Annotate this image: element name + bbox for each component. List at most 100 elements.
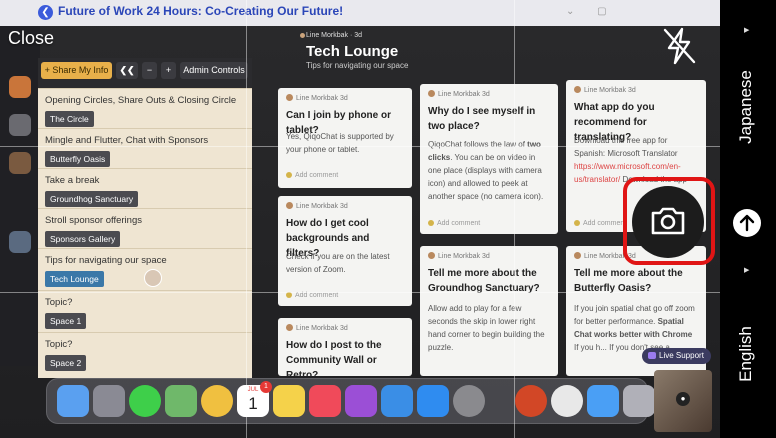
card-author: Line Morkbak 3d [428,252,490,260]
add-comment-link[interactable]: Add comment [574,220,626,227]
event-header: ❮ Future of Work 24 Hours: Co-Creating O… [0,0,720,26]
faq-card[interactable]: Line Morkbak 3d Tell me more about the G… [420,246,558,376]
music-icon[interactable] [309,385,341,417]
live-support-button[interactable]: Live Support [642,348,711,364]
preview-icon[interactable] [623,385,655,417]
swap-languages-button[interactable] [733,209,761,237]
room-button-space-2[interactable]: Space 2 [45,355,87,371]
back-arrow-icon[interactable]: ❮ [38,5,53,20]
notes-icon[interactable] [273,385,305,417]
settings-icon[interactable] [453,385,485,417]
shutter-button[interactable] [632,186,704,258]
keynote-icon[interactable] [381,385,413,417]
faq-card[interactable]: Line Morkbak 3d Why do I see myself in t… [420,84,558,234]
camera-icon [651,207,685,235]
room-button-sponsors-gallery[interactable]: Sponsors Gallery [45,231,121,247]
share-my-info-button[interactable]: + Share My Info [41,62,112,79]
card-question: How do I post to the Community Wall or R… [286,340,382,376]
source-language-arrow-icon: ▶ [744,27,750,34]
self-video-thumbnail[interactable]: ● [654,370,712,432]
room-group: Take a break Groundhog Sanctuary [38,168,252,208]
room-group: Opening Circles, Share Outs & Closing Ci… [38,88,252,128]
room-group: Mingle and Flutter, Chat with Sponsors B… [38,128,252,168]
room-group: Topic? Space 1 [38,290,252,332]
camera-grid-line [0,292,720,293]
podcasts-icon[interactable] [345,385,377,417]
powerpoint-icon[interactable] [515,385,547,417]
header-icons: ⌄ ▢ [566,6,617,17]
camera-grid-line [0,146,720,147]
source-language-button[interactable]: Japanese [736,52,756,162]
desktop-file-icon[interactable] [9,114,31,136]
room-group-title: Topic? [45,339,73,350]
room-button-space-1[interactable]: Space 1 [45,313,87,329]
room-sidebar: + Share My Info ❮❮ − + Admin Controls Op… [38,58,252,378]
avatar [144,269,162,287]
macos-dock: JUL 1 1 [46,378,655,424]
room-group-title: Mingle and Flutter, Chat with Sponsors [45,135,209,146]
desktop-screenshot-icon[interactable] [9,231,31,253]
board-subtitle: Tips for navigating our space [306,61,409,70]
add-comment-link[interactable]: Add comment [286,292,338,299]
target-language-button[interactable]: English [736,299,756,409]
faq-card[interactable]: Line Morkbak 3d How do I post to the Com… [278,318,412,376]
room-group-title: Take a break [45,175,100,186]
flash-off-icon[interactable] [660,26,698,66]
arrow-up-icon [739,214,755,232]
card-author: Line Morkbak 3d [286,202,348,210]
zoom-in-button[interactable]: + [161,62,176,79]
maps-icon[interactable] [165,385,197,417]
card-question: Why do I see myself in two place? [428,106,536,132]
room-group: Stroll sponsor offerings Sponsors Galler… [38,208,252,248]
desktop-icons [0,26,40,366]
room-button-groundhog-sanctuary[interactable]: Groundhog Sanctuary [45,191,139,207]
mail-icon[interactable] [587,385,619,417]
add-comment-link[interactable]: Add comment [428,220,480,227]
card-answer: QiqoChat follows the law of two clicks. … [428,140,544,201]
captured-screen: ❮ Future of Work 24 Hours: Co-Creating O… [0,0,720,438]
card-author: Line Morkbak 3d [428,90,490,98]
room-button-butterfly-oasis[interactable]: Butterfly Oasis [45,151,111,167]
room-group-title: Topic? [45,297,73,308]
card-answer: Check if you are on the latest version o… [286,252,390,274]
card-answer: If you join spatial chat go off zoom for… [574,304,695,352]
calendar-badge: 1 [260,381,272,393]
launchpad-icon[interactable] [93,385,125,417]
card-author: Line Morkbak 3d [286,324,348,332]
admin-controls-button[interactable]: Admin Controls [180,62,248,79]
photos-icon[interactable] [201,385,233,417]
sidebar-toolbar: + Share My Info ❮❮ − + Admin Controls [38,58,252,88]
desktop-folder-icon[interactable] [9,76,31,98]
add-comment-link[interactable]: Add comment [286,172,338,179]
room-group-title: Opening Circles, Share Outs & Closing Ci… [45,95,237,106]
faq-card[interactable]: Line Morkbak 3d Can I join by phone or t… [278,88,412,188]
room-group: Tips for navigating our space Tech Loung… [38,248,252,290]
author-avatar [300,33,305,38]
microphone-icon[interactable]: ● [676,392,690,406]
event-title: Future of Work 24 Hours: Co-Creating Our… [58,4,344,18]
room-group-title: Tips for navigating our space [45,255,167,266]
calendar-day: 1 [248,394,258,413]
collapse-sidebar-button[interactable]: ❮❮ [116,62,138,79]
camera-grid-line [514,0,515,438]
app-store-icon[interactable] [417,385,449,417]
room-button-the-circle[interactable]: The Circle [45,111,94,127]
chrome-icon[interactable] [551,385,583,417]
room-button-tech-lounge[interactable]: Tech Lounge [45,271,104,287]
target-language-arrow-icon: ▶ [744,267,750,274]
camera-grid-line [246,0,247,438]
room-group-title: Stroll sponsor offerings [45,215,142,226]
board-title: Tech Lounge [306,43,399,60]
card-answer: Allow add to play for a few seconds the … [428,304,545,352]
chat-icon [648,352,656,359]
close-button[interactable]: Close [8,28,54,49]
card-answer: Yes, QiqoChat is supported by your phone… [286,132,394,154]
desktop-image-icon[interactable] [9,152,31,174]
card-author: Line Morkbak 3d [286,94,348,102]
calendar-icon[interactable]: JUL 1 1 [237,381,272,417]
zoom-out-button[interactable]: − [142,62,157,79]
faq-card[interactable]: Line Morkbak 3d How do I get cool backgr… [278,196,412,306]
board-author: Line Morkbak · 3d [306,32,363,39]
finder-icon[interactable] [57,385,89,417]
messages-icon[interactable] [129,385,161,417]
